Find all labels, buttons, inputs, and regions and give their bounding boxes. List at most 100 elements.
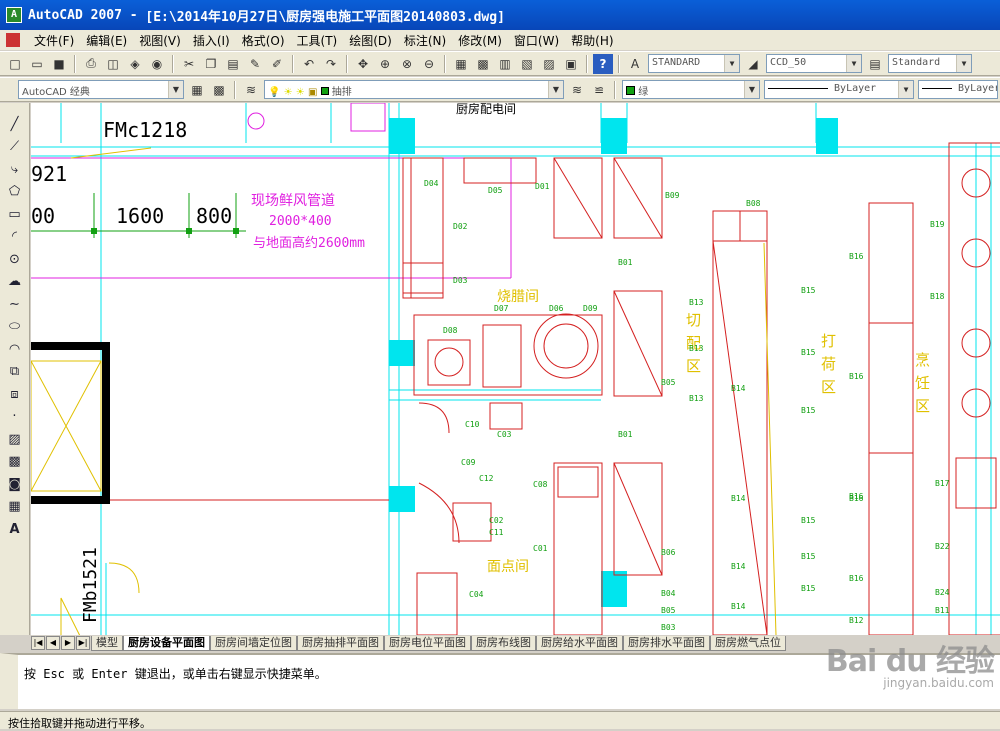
autocad-app-icon[interactable]: A xyxy=(6,7,22,23)
document-icon[interactable] xyxy=(6,33,20,47)
zoom-previous-icon[interactable]: ⊖ xyxy=(419,54,439,74)
circle-icon[interactable]: ⊙ xyxy=(4,248,26,270)
table-style-icon[interactable]: ▤ xyxy=(865,54,885,74)
region-icon[interactable]: ◙ xyxy=(4,473,26,495)
new-file-icon[interactable]: □ xyxy=(5,54,25,74)
workspace-select[interactable]: AutoCAD 经典 ▼ xyxy=(18,80,184,99)
menu-modify[interactable]: 修改(M) xyxy=(452,32,508,49)
equipment-code: D03 xyxy=(453,276,468,285)
next-tab-icon[interactable]: ▶ xyxy=(61,636,75,650)
menu-dimension[interactable]: 标注(N) xyxy=(398,32,452,49)
menu-draw[interactable]: 绘图(D) xyxy=(343,32,398,49)
layer-lock-icon[interactable]: ☀ xyxy=(296,87,305,98)
ellipse-icon[interactable]: ⬭ xyxy=(4,316,26,338)
markup-icon[interactable]: ▨ xyxy=(539,54,559,74)
linetype-select[interactable]: ByLayer ▼ xyxy=(764,80,914,99)
tab-drainage[interactable]: 厨房排水平面图 xyxy=(623,635,710,651)
ellipse-arc-icon[interactable]: ◠ xyxy=(4,338,26,360)
tool-palettes-icon[interactable]: ▥ xyxy=(495,54,515,74)
hatch-icon[interactable]: ▨ xyxy=(4,428,26,450)
spline-icon[interactable]: ∼ xyxy=(4,293,26,315)
layer-freeze-icon[interactable]: ☀ xyxy=(284,87,293,98)
menu-file[interactable]: 文件(F) xyxy=(28,32,80,49)
tab-exhaust-plan[interactable]: 厨房抽排平面图 xyxy=(297,635,384,651)
polyline-icon[interactable]: ⤷ xyxy=(4,158,26,180)
quickcalc-icon[interactable]: ▣ xyxy=(561,54,581,74)
arc-icon[interactable]: ◜ xyxy=(4,226,26,248)
layer-manager-icon[interactable]: ≋ xyxy=(241,80,261,100)
menu-view[interactable]: 视图(V) xyxy=(133,32,187,49)
table-style-select[interactable]: Standard ▼ xyxy=(888,54,972,73)
table-icon[interactable]: ▦ xyxy=(4,496,26,518)
make-current-layer-icon[interactable]: ≋ xyxy=(567,80,587,100)
text-style-select[interactable]: STANDARD ▼ xyxy=(648,54,740,73)
layer-on-icon[interactable]: 💡 xyxy=(268,87,280,98)
open-file-icon[interactable]: ▭ xyxy=(27,54,47,74)
chevron-down-icon[interactable]: ▼ xyxy=(898,81,913,98)
construction-line-icon[interactable]: ⟋ xyxy=(4,136,26,158)
tab-water-supply[interactable]: 厨房给水平面图 xyxy=(536,635,623,651)
multiline-text-icon[interactable]: A xyxy=(4,518,26,540)
line-icon[interactable]: ╱ xyxy=(4,113,26,135)
print-icon[interactable]: ⎙ xyxy=(81,54,101,74)
polygon-icon[interactable]: ⬠ xyxy=(4,181,26,203)
chevron-down-icon[interactable]: ▼ xyxy=(744,81,759,98)
menu-edit[interactable]: 编辑(E) xyxy=(80,32,133,49)
chevron-down-icon[interactable]: ▼ xyxy=(956,55,971,72)
paste-icon[interactable]: ▤ xyxy=(223,54,243,74)
undo-icon[interactable]: ↶ xyxy=(299,54,319,74)
tab-wiring[interactable]: 厨房布线图 xyxy=(471,635,536,651)
make-block-icon[interactable]: ⧈ xyxy=(4,383,26,405)
layer-plot-icon[interactable]: ▣ xyxy=(308,87,317,98)
first-tab-icon[interactable]: |◀ xyxy=(31,636,45,650)
menu-window[interactable]: 窗口(W) xyxy=(508,32,565,49)
drawing-canvas[interactable]: FMc1218 921 00 1600 800 FMb1521 现场鲜风管道 2… xyxy=(31,103,1000,635)
zoom-realtime-icon[interactable]: ⊕ xyxy=(375,54,395,74)
tab-electrical-plan[interactable]: 厨房电位平面图 xyxy=(384,635,471,651)
publish-icon[interactable]: ◈ xyxy=(125,54,145,74)
cut-icon[interactable]: ✂ xyxy=(179,54,199,74)
properties-icon[interactable]: ▦ xyxy=(451,54,471,74)
menu-tools[interactable]: 工具(T) xyxy=(291,32,344,49)
match-properties-icon[interactable]: ✎ xyxy=(245,54,265,74)
workspace-settings-icon[interactable]: ▦ xyxy=(187,80,207,100)
insert-block-icon[interactable]: ⧉ xyxy=(4,361,26,383)
revision-cloud-icon[interactable]: ☁ xyxy=(4,271,26,293)
pan-icon[interactable]: ✥ xyxy=(353,54,373,74)
plot-preview-icon[interactable]: ◫ xyxy=(103,54,123,74)
menu-help[interactable]: 帮助(H) xyxy=(565,32,619,49)
rectangle-icon[interactable]: ▭ xyxy=(4,203,26,225)
layer-previous-icon[interactable]: ≌ xyxy=(589,80,609,100)
gradient-icon[interactable]: ▩ xyxy=(4,451,26,473)
design-center-icon[interactable]: ▩ xyxy=(473,54,493,74)
chevron-down-icon[interactable]: ▼ xyxy=(168,81,183,98)
menu-format[interactable]: 格式(O) xyxy=(236,32,291,49)
layer-select[interactable]: 💡 ☀ ☀ ▣ 抽排 ▼ xyxy=(264,80,564,99)
3d-dwf-icon[interactable]: ◉ xyxy=(147,54,167,74)
tab-wall-positioning[interactable]: 厨房间墙定位图 xyxy=(210,635,297,651)
chevron-down-icon[interactable]: ▼ xyxy=(548,81,563,98)
menu-insert[interactable]: 插入(I) xyxy=(187,32,236,49)
tab-model[interactable]: 模型 xyxy=(91,635,123,651)
previous-tab-icon[interactable]: ◀ xyxy=(46,636,60,650)
tab-gas-points[interactable]: 厨房燃气点位 xyxy=(710,635,786,651)
copy-icon[interactable]: ❐ xyxy=(201,54,221,74)
help-icon[interactable]: ? xyxy=(593,53,613,74)
dim-style-select[interactable]: CCD_50 ▼ xyxy=(766,54,862,73)
workspace-save-icon[interactable]: ▩ xyxy=(209,80,229,100)
tab-equipment-plan[interactable]: 厨房设备平面图 xyxy=(123,635,210,651)
chevron-down-icon[interactable]: ▼ xyxy=(846,55,861,72)
block-editor-icon[interactable]: ✐ xyxy=(267,54,287,74)
chevron-down-icon[interactable]: ▼ xyxy=(724,55,739,72)
color-select[interactable]: 绿 ▼ xyxy=(622,80,760,99)
zoom-window-icon[interactable]: ⊗ xyxy=(397,54,417,74)
save-icon[interactable]: ■ xyxy=(49,54,69,74)
last-tab-icon[interactable]: ▶| xyxy=(76,636,90,650)
point-icon[interactable]: · xyxy=(4,406,26,428)
dim-style-icon[interactable]: ◢ xyxy=(743,54,763,74)
redo-icon[interactable]: ↷ xyxy=(321,54,341,74)
sheet-set-icon[interactable]: ▧ xyxy=(517,54,537,74)
lineweight-select[interactable]: ByLayer xyxy=(918,80,998,99)
text-style-icon[interactable]: A xyxy=(625,54,645,74)
equipment-code: B11 xyxy=(935,606,950,615)
